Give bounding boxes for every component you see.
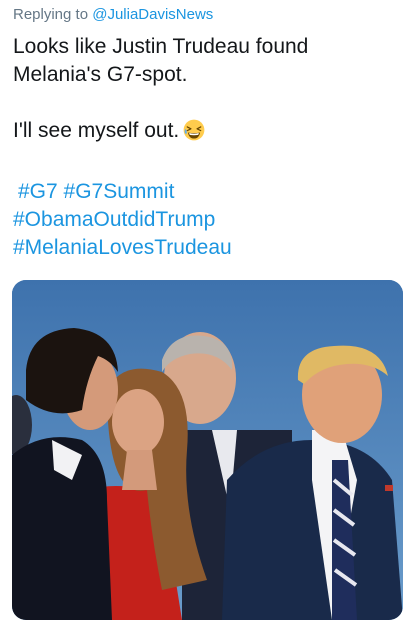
hashtag-melanialovestrudeau-link[interactable]: #MelaniaLovesTrudeau xyxy=(13,234,232,262)
hashtag-row-1: #G7 #G7Summit xyxy=(13,178,232,206)
hashtag-g7-link[interactable]: #G7 xyxy=(18,180,58,203)
tweet-text-line-3: I'll see myself out. xyxy=(13,119,180,142)
tweet-photo[interactable] xyxy=(12,280,403,620)
grinning-squinting-face-emoji-icon xyxy=(183,119,205,141)
tweet-text-line-3-wrapper: I'll see myself out. xyxy=(13,117,403,145)
hashtag-g7summit-link[interactable]: #G7Summit xyxy=(64,180,175,203)
hashtag-obamaoutdidtrump-link[interactable]: #ObamaOutdidTrump xyxy=(13,206,232,234)
tweet-text-line-2: Melania's G7-spot. xyxy=(13,63,188,86)
photo-illustration xyxy=(12,280,403,620)
melania-neck xyxy=(122,450,157,490)
tweet-text-line-1: Looks like Justin Trudeau found xyxy=(13,35,309,58)
trump-flag-pin xyxy=(385,485,393,491)
tweet: Replying to @JuliaDavisNews Looks like J… xyxy=(0,0,415,620)
melania-face xyxy=(112,389,164,455)
replying-to-line: Replying to @JuliaDavisNews xyxy=(13,6,213,23)
tweet-text: Looks like Justin Trudeau found Melania'… xyxy=(13,33,403,145)
hashtags: #G7 #G7Summit #ObamaOutdidTrump #Melania… xyxy=(13,178,232,262)
replying-to-label: Replying to xyxy=(13,6,93,23)
reply-handle-link[interactable]: @JuliaDavisNews xyxy=(92,6,213,23)
